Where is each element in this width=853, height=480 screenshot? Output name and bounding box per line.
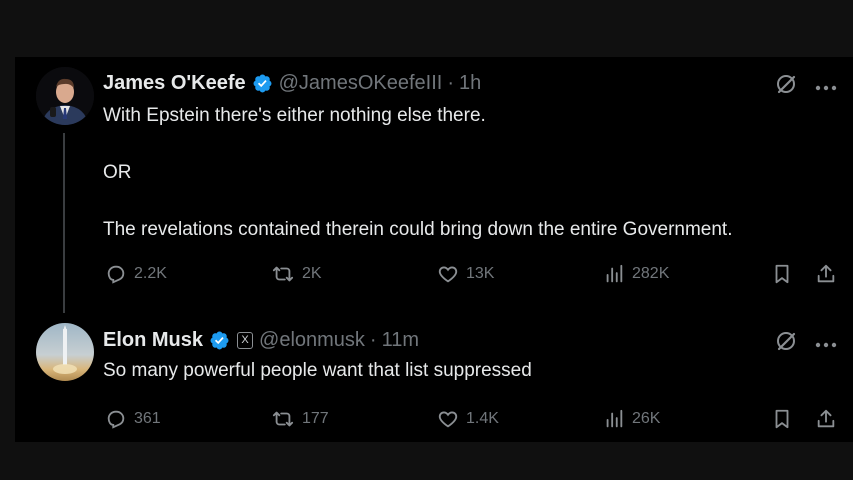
tweet-text-line: OR	[103, 162, 132, 183]
more-icon[interactable]	[815, 335, 837, 353]
tweet-top-actions	[775, 330, 837, 357]
views-button[interactable]: 282K	[603, 262, 669, 286]
separator-dot: ·	[447, 71, 454, 94]
grok-icon[interactable]	[775, 73, 797, 100]
repost-icon	[271, 408, 295, 430]
views-count: 26K	[632, 410, 661, 427]
bookmark-icon	[771, 408, 793, 430]
reply-button[interactable]: 361	[105, 407, 161, 431]
views-icon	[603, 263, 625, 285]
tweet-actions: 361 177 1.4K 26K	[103, 407, 837, 431]
repost-button[interactable]: 2K	[271, 262, 322, 286]
tweet-header: James O'Keefe @JamesOKeefeIII · 1h	[103, 71, 481, 95]
reply-count: 2.2K	[134, 265, 167, 282]
reply-icon	[105, 263, 127, 285]
reply-icon	[105, 408, 127, 430]
author-handle[interactable]: @JamesOKeefeIII	[279, 72, 443, 95]
author-handle[interactable]: @elonmusk	[259, 329, 365, 352]
like-count: 13K	[466, 265, 495, 282]
avatar[interactable]	[36, 323, 94, 381]
share-icon	[815, 408, 837, 430]
repost-count: 2K	[302, 265, 322, 282]
share-button[interactable]	[815, 262, 837, 286]
affiliate-badge[interactable]: X	[237, 331, 254, 349]
tweet-header: Elon Musk X @elonmusk · 11m	[103, 328, 419, 352]
timestamp[interactable]: 1h	[459, 72, 481, 95]
tweet-top-actions	[775, 73, 837, 100]
views-icon	[603, 408, 625, 430]
tweet-actions: 2.2K 2K 13K 282K	[103, 262, 837, 286]
repost-count: 177	[302, 410, 329, 427]
reply-count: 361	[134, 410, 161, 427]
more-icon[interactable]	[815, 78, 837, 96]
repost-button[interactable]: 177	[271, 407, 329, 431]
author-name[interactable]: Elon Musk	[103, 329, 203, 352]
tweet-musk[interactable]: Elon Musk X @elonmusk · 11m So many powe…	[15, 312, 853, 442]
share-icon	[815, 263, 837, 285]
like-button[interactable]: 13K	[437, 262, 494, 286]
reply-button[interactable]: 2.2K	[105, 262, 167, 286]
repost-icon	[271, 263, 295, 285]
avatar[interactable]	[36, 67, 94, 125]
tweet-text-line: So many powerful people want that list s…	[103, 360, 532, 381]
grok-icon[interactable]	[775, 330, 797, 357]
timeline-panel: James O'Keefe @JamesOKeefeIII · 1h With …	[15, 57, 853, 442]
tweet-text-line: With Epstein there's either nothing else…	[103, 105, 486, 126]
like-icon	[437, 408, 459, 430]
tweet-okeefe[interactable]: James O'Keefe @JamesOKeefeIII · 1h With …	[15, 57, 853, 313]
verified-badge-icon	[252, 73, 273, 94]
like-button[interactable]: 1.4K	[437, 407, 499, 431]
bookmark-button[interactable]	[771, 262, 793, 286]
views-button[interactable]: 26K	[603, 407, 660, 431]
verified-badge-icon	[209, 330, 230, 351]
timestamp[interactable]: 11m	[382, 329, 419, 352]
bookmark-button[interactable]	[771, 407, 793, 431]
share-button[interactable]	[815, 407, 837, 431]
like-icon	[437, 263, 459, 285]
author-name[interactable]: James O'Keefe	[103, 72, 246, 95]
views-count: 282K	[632, 265, 670, 282]
tweet-text-line: The revelations contained therein could …	[103, 219, 733, 240]
separator-dot: ·	[369, 328, 377, 351]
thread-line	[63, 133, 65, 313]
like-count: 1.4K	[466, 410, 499, 427]
bookmark-icon	[771, 263, 793, 285]
